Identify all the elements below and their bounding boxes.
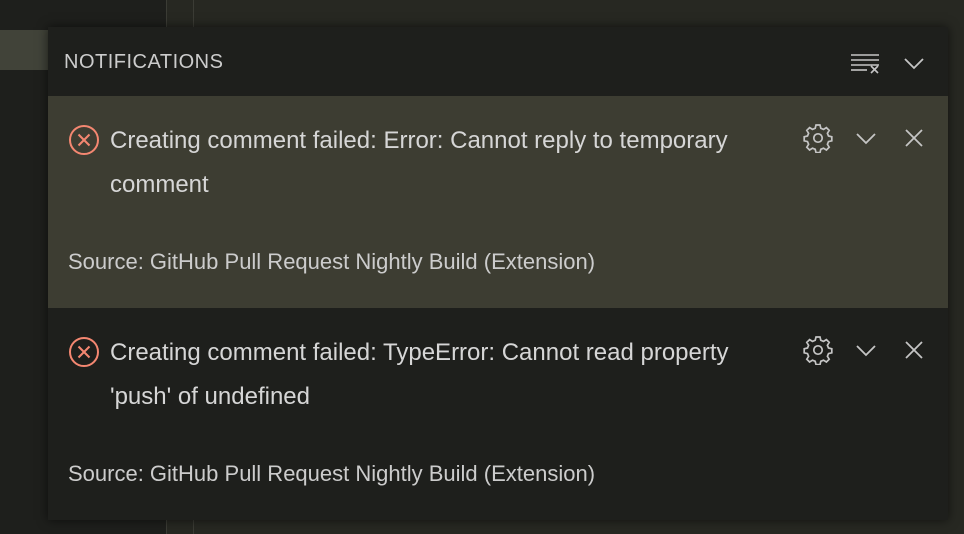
- configure-notification-button[interactable]: [801, 333, 835, 367]
- hide-notifications-button[interactable]: [898, 47, 930, 79]
- close-icon: [905, 341, 923, 359]
- gear-icon: [803, 124, 833, 153]
- clear-all-notifications-button[interactable]: [849, 47, 881, 79]
- notification-source: Source: GitHub Pull Request Nightly Buil…: [68, 249, 596, 274]
- close-icon: [905, 129, 923, 147]
- expand-notification-button[interactable]: [849, 121, 883, 155]
- gear-icon: [803, 336, 833, 365]
- clear-all-icon: [851, 54, 879, 74]
- configure-notification-button[interactable]: [801, 121, 835, 155]
- chevron-down-icon: [856, 345, 876, 357]
- notification-toast[interactable]: Creating comment failed: Error: Cannot r…: [48, 96, 948, 308]
- error-icon: [69, 125, 99, 155]
- notification-message: Creating comment failed: Error: Cannot r…: [110, 127, 728, 198]
- notifications-title: NOTIFICATIONS: [64, 51, 224, 73]
- notification-source: Source: GitHub Pull Request Nightly Buil…: [68, 461, 596, 486]
- chevron-down-icon: [856, 133, 876, 145]
- notification-toast[interactable]: Creating comment failed: TypeError: Cann…: [48, 308, 948, 520]
- notifications-header: NOTIFICATIONS: [48, 27, 948, 96]
- close-notification-button[interactable]: [897, 121, 931, 155]
- expand-notification-button[interactable]: [849, 333, 883, 367]
- notifications-center: NOTIFICATIONS Creating comment failed: E…: [48, 27, 948, 520]
- chevron-down-icon: [904, 58, 924, 70]
- close-notification-button[interactable]: [897, 333, 931, 367]
- notification-message: Creating comment failed: TypeError: Cann…: [110, 339, 729, 410]
- error-icon: [69, 337, 99, 367]
